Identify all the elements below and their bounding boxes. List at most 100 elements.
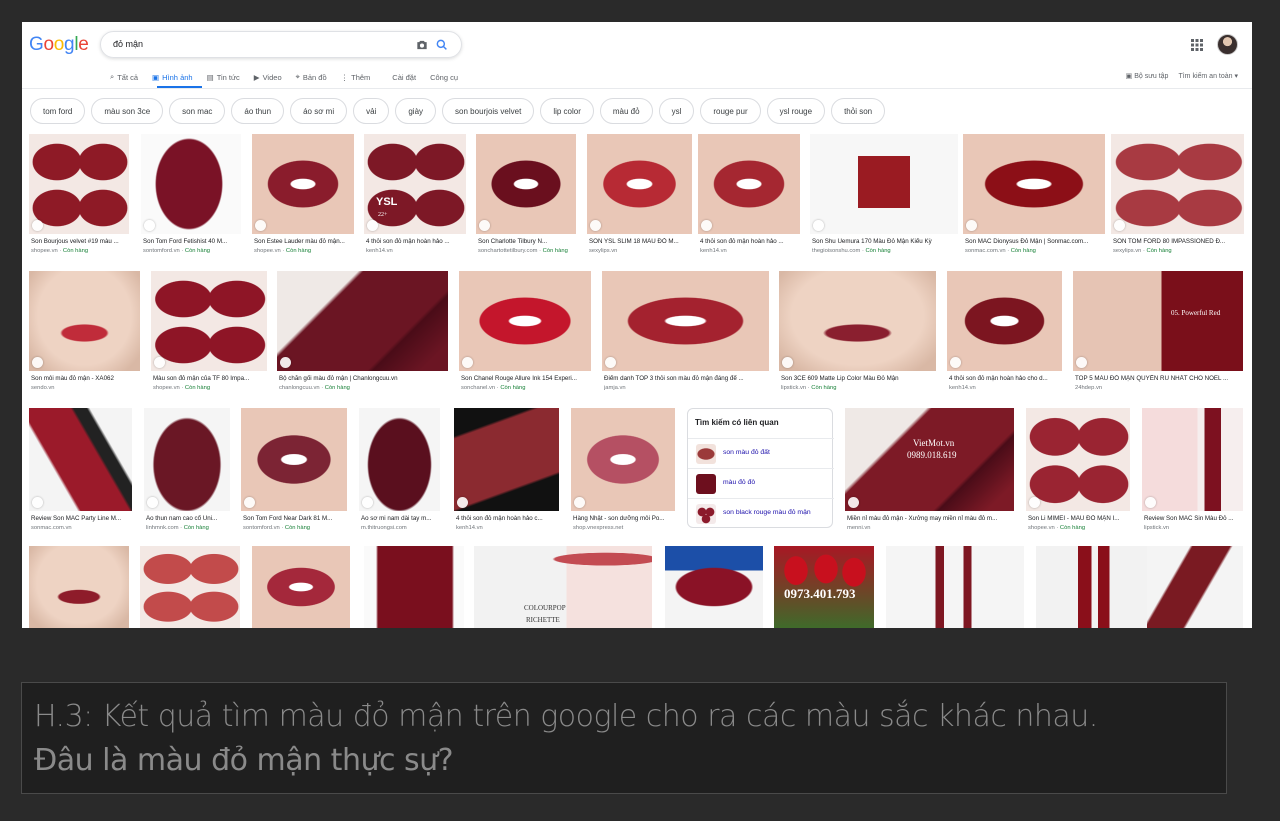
result-title[interactable]: Hàng Nhật - son dưỡng môi Po... (573, 515, 677, 522)
camera-icon[interactable] (415, 38, 429, 52)
result-thumbnail[interactable] (252, 134, 354, 234)
tab-3[interactable]: ▶ Video (254, 70, 282, 84)
result-title[interactable]: SON YSL SLIM 18 MÀU ĐỎ M... (589, 238, 694, 245)
result-title[interactable]: 4 thỏi son đỏ mận hoàn hảo ... (366, 238, 468, 245)
thumbnail-image (241, 408, 347, 511)
result-thumbnail[interactable] (886, 546, 1024, 628)
result-thumbnail[interactable] (29, 134, 129, 234)
tab-0[interactable]: ⌕ Tất cả (110, 70, 138, 84)
result-title[interactable]: Bộ chăn gối màu đỏ mận | Chanlongcuu.vn (279, 375, 450, 382)
result-thumbnail[interactable] (1147, 546, 1243, 628)
result-thumbnail[interactable] (665, 546, 763, 628)
result-thumbnail[interactable] (151, 271, 267, 371)
result-thumbnail[interactable] (252, 546, 350, 628)
result-thumbnail[interactable] (277, 271, 448, 371)
result-thumbnail[interactable] (141, 134, 241, 234)
result-thumbnail[interactable] (698, 134, 800, 234)
result-thumbnail[interactable]: 05. Powerful Red (1073, 271, 1243, 371)
chip[interactable]: áo sơ mi (290, 98, 348, 124)
result-title[interactable]: Son Estee Lauder màu đỏ mận... (254, 238, 356, 245)
result-title[interactable]: Son 3CE 609 Matte Lip Color Màu Đỏ Mận (781, 375, 938, 382)
result-thumbnail[interactable] (1036, 546, 1147, 628)
result-title[interactable]: Điểm danh TOP 3 thỏi son màu đỏ mận đáng… (604, 375, 771, 382)
result-thumbnail[interactable] (779, 271, 936, 371)
result-title[interactable]: Son Shu Uemura 170 Màu Đỏ Mận Kiểu Kỳ (812, 238, 960, 245)
chip[interactable]: vải (353, 98, 390, 124)
result-thumbnail[interactable] (1142, 408, 1243, 511)
chip[interactable]: giày (395, 98, 437, 124)
related-search-item[interactable]: son màu đỏ đất (688, 438, 834, 468)
result-thumbnail[interactable] (364, 546, 464, 628)
chip[interactable]: màu son 3ce (91, 98, 164, 124)
result-thumbnail[interactable] (359, 408, 440, 511)
tab-5[interactable]: ⋮ Thêm (341, 70, 371, 84)
chip[interactable]: lip color (540, 98, 594, 124)
chip[interactable]: thỏi son (831, 98, 886, 124)
result-title[interactable]: Review Son MAC Sin Màu Đỏ ... (1144, 515, 1245, 522)
thumbnail-image (963, 134, 1105, 234)
result-title[interactable]: 4 thỏi son đỏ mận hoàn hảo cho d... (949, 375, 1064, 382)
result-thumbnail[interactable]: COLOURPOP RICHETTE (474, 546, 652, 628)
result-thumbnail[interactable] (1111, 134, 1244, 234)
result-thumbnail[interactable] (1026, 408, 1130, 511)
result-thumbnail[interactable] (810, 134, 958, 234)
result-thumbnail[interactable] (587, 134, 692, 234)
result-thumbnail[interactable]: YSL 22+ (364, 134, 466, 234)
result-title[interactable]: Áo thun nam cao cổ Uni... (146, 515, 232, 522)
tab-2[interactable]: ▤ Tin tức (207, 70, 240, 84)
result-title[interactable]: Miền nỉ màu đỏ mận - Xưởng may miền nỉ m… (847, 515, 1016, 522)
result-title[interactable]: Son MAC Dionysus Đỏ Mận | Sonmac.com... (965, 238, 1107, 245)
result-thumbnail[interactable] (140, 546, 240, 628)
chip[interactable]: màu đỏ (599, 98, 653, 124)
result-title[interactable]: Màu son đỏ mận của TF 80 Impa... (153, 375, 269, 382)
result-thumbnail[interactable] (571, 408, 675, 511)
chip[interactable]: rouge pur (700, 98, 761, 124)
result-thumbnail[interactable] (947, 271, 1062, 371)
result-title[interactable]: 4 thỏi son đỏ mận hoàn hảo ... (700, 238, 802, 245)
chip[interactable]: ysl (658, 98, 695, 124)
chip[interactable]: ysl rouge (766, 98, 826, 124)
result-title[interactable]: Son Charlotte Tilbury N... (478, 238, 578, 245)
result-thumbnail[interactable]: 0973.401.793 (774, 546, 874, 628)
tab-4[interactable]: ⌖ Bản đồ (296, 70, 327, 84)
result-thumbnail[interactable]: VietMot.vn 0989.018.619 (845, 408, 1014, 511)
result-title[interactable]: SON TOM FORD 80 IMPASSIONED Đ... (1113, 238, 1246, 245)
result-title[interactable]: Son Chanel Rouge Allure Ink 154 Experi..… (461, 375, 593, 382)
result-title[interactable]: Áo sơ mi nam dài tay m... (361, 515, 442, 522)
avatar[interactable] (1217, 34, 1238, 55)
chip[interactable]: áo thun (231, 98, 285, 124)
tab-6[interactable]: Cài đặt (392, 70, 416, 84)
search-icon[interactable] (435, 38, 449, 52)
result-thumbnail[interactable] (459, 271, 591, 371)
result-thumbnail[interactable] (454, 408, 559, 511)
result-title[interactable]: Son Tom Ford Near Dark 81 M... (243, 515, 349, 522)
result-thumbnail[interactable] (241, 408, 347, 511)
search-box[interactable]: đỏ mận (100, 31, 462, 58)
chip[interactable]: son mac (169, 98, 226, 124)
result-thumbnail[interactable] (476, 134, 576, 234)
safe-search-link[interactable]: Tìm kiếm an toàn ▾ (1178, 72, 1238, 80)
result-thumbnail[interactable] (29, 546, 129, 628)
result-title[interactable]: Son môi màu đỏ mận - XA062 (31, 375, 142, 382)
result-title[interactable]: 4 thỏi son đỏ mận hoàn hảo c... (456, 515, 561, 522)
result-thumbnail[interactable] (29, 271, 140, 371)
search-input[interactable]: đỏ mận (113, 39, 143, 49)
result-title[interactable]: Son Tom Ford Fetishist 40 M... (143, 238, 243, 245)
result-title[interactable]: Review Son MAC Party Line M... (31, 515, 134, 522)
google-logo[interactable]: Google (29, 34, 89, 56)
related-search-item[interactable]: màu đỏ đô (688, 468, 834, 498)
result-title[interactable]: TOP 5 MÀU ĐỎ MẬN QUYẾN RŨ NHẤT CHO NOEL … (1075, 375, 1245, 382)
result-thumbnail[interactable] (144, 408, 230, 511)
collections-link[interactable]: ▣ Bộ sưu tập (1126, 72, 1169, 80)
result-title[interactable]: Son Bourjous velvet #19 màu ... (31, 238, 131, 245)
related-search-item[interactable]: son black rouge màu đỏ mận (688, 498, 834, 528)
result-title[interactable]: Son Li MIMEI - MÀU ĐỎ MẬN I... (1028, 515, 1132, 522)
result-thumbnail[interactable] (963, 134, 1105, 234)
tab-1[interactable]: ▣ Hình ảnh (152, 70, 193, 84)
result-thumbnail[interactable] (29, 408, 132, 511)
chip[interactable]: son bourjois velvet (442, 98, 535, 124)
chip[interactable]: tom ford (30, 98, 86, 124)
apps-grid-icon[interactable] (1190, 38, 1204, 52)
tab-7[interactable]: Công cụ (430, 70, 458, 84)
result-thumbnail[interactable] (602, 271, 769, 371)
